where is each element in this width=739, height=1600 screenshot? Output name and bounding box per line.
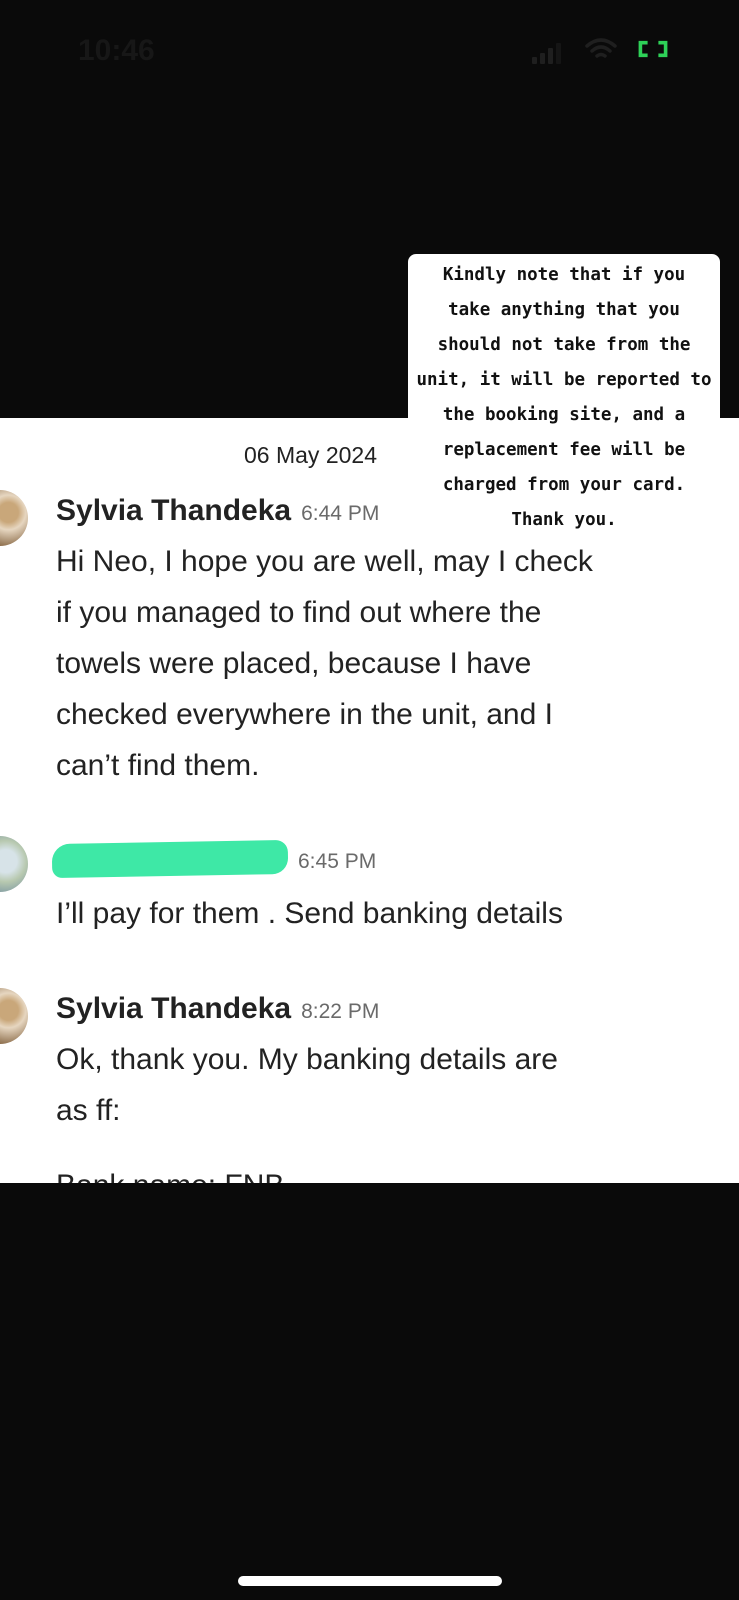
note-line: unit, it will be reported to (416, 370, 712, 390)
message-text: Ok, thank you. My banking details are as… (56, 1043, 558, 1127)
date-divider: 06 May 2024 (244, 442, 377, 468)
battery-charging-icon (638, 40, 668, 58)
message-text: Hi Neo, I hope you are well, may I check… (56, 545, 593, 782)
redacted-sender-name (51, 839, 289, 879)
message-sender: Sylvia Thandeka 8:22 PM (56, 992, 379, 1026)
status-time: 10:46 (78, 34, 155, 67)
message-time: 6:44 PM (301, 502, 380, 525)
note-line: replacement fee will be (442, 440, 686, 460)
sender-name: Sylvia Thandeka (56, 494, 292, 527)
home-indicator[interactable] (238, 1576, 502, 1586)
note-line: Kindly note that if you (442, 265, 686, 285)
message-time: 6:45 PM (298, 850, 377, 873)
note-line: should not take from the (437, 335, 691, 355)
note-line: charged from your card. (442, 475, 686, 495)
message-text-cutoff: Bank name: FNB (56, 1169, 284, 1183)
message-sender: Sylvia Thandeka 6:44 PM (56, 494, 379, 528)
note-line: take anything that you (448, 300, 680, 320)
avatar[interactable] (0, 988, 28, 1044)
note-line: the booking site, and a (442, 405, 686, 425)
status-icons (532, 38, 682, 64)
status-bar: 10:46 (0, 0, 739, 100)
avatar[interactable] (0, 490, 28, 546)
sender-name: Sylvia Thandeka (56, 992, 292, 1025)
avatar[interactable] (0, 836, 28, 892)
note-line: Thank you. (511, 510, 617, 530)
message-time: 8:22 PM (301, 1000, 380, 1023)
wifi-icon (585, 38, 617, 58)
message-text: I’ll pay for them . Send banking details (56, 897, 563, 930)
note-overlay: Kindly note that if you take anything th… (408, 254, 720, 546)
